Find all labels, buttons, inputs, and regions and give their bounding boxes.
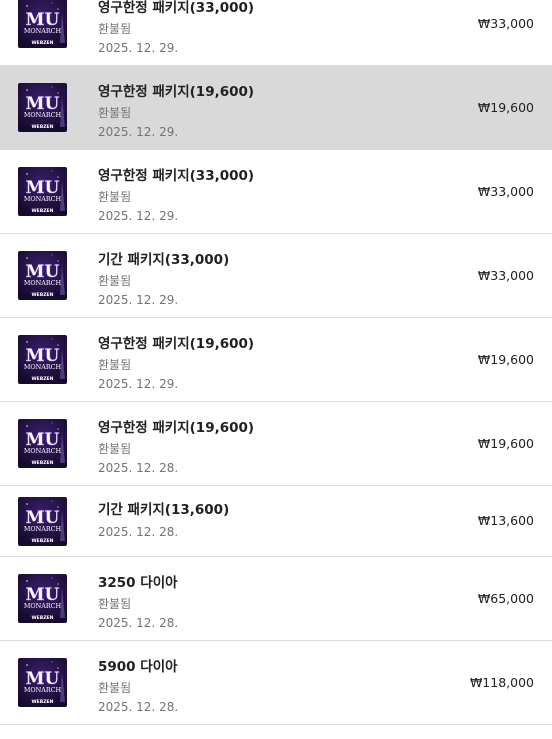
svg-text:MONARCH: MONARCH xyxy=(24,447,62,455)
refund-status: 환불됨 xyxy=(98,597,132,611)
refund-status: 환불됨 xyxy=(98,681,132,695)
purchase-price: ₩19,600 xyxy=(477,436,534,451)
svg-text:WEBZEN: WEBZEN xyxy=(31,292,53,298)
purchase-row[interactable]: MU MONARCH WEBZEN 영구한정 패키지(33,000) 환불됨 2025. … xyxy=(0,0,552,66)
purchase-date: 2025. 12. 29. xyxy=(98,377,179,391)
purchase-date: 2025. 12. 28. xyxy=(98,525,179,539)
purchase-row[interactable]: MU MONARCH WEBZEN 영구한정 패키지(33,000) 환불됨 2025. … xyxy=(0,150,552,234)
purchase-row[interactable]: MU MONARCH WEBZEN 기간 패키지(13,600) 2025. 12. 2… xyxy=(0,486,552,557)
purchase-title: 기간 패키지(33,000) xyxy=(98,252,230,268)
refund-status: 환불됨 xyxy=(98,358,132,372)
svg-text:MONARCH: MONARCH xyxy=(24,525,62,533)
purchase-price: ₩19,600 xyxy=(477,352,534,367)
purchase-title: 3250 다이아 xyxy=(98,575,178,591)
svg-text:MONARCH: MONARCH xyxy=(24,27,62,35)
purchase-title: 영구한정 패키지(19,600) xyxy=(98,84,255,100)
svg-text:WEBZEN: WEBZEN xyxy=(31,699,53,705)
purchase-date: 2025. 12. 28. xyxy=(98,700,179,714)
purchase-price: ₩33,000 xyxy=(477,268,534,283)
svg-text:WEBZEN: WEBZEN xyxy=(31,124,53,130)
mu-monarch-app-icon: MU MONARCH WEBZEN xyxy=(18,167,67,216)
purchase-history-list: MU MONARCH WEBZEN 영구한정 패키지(33,000) 환불됨 2025. … xyxy=(0,0,552,725)
purchase-date: 2025. 12. 29. xyxy=(98,125,179,139)
purchase-price: ₩33,000 xyxy=(477,184,534,199)
purchase-date: 2025. 12. 29. xyxy=(98,209,179,223)
mu-monarch-app-icon: MU MONARCH WEBZEN xyxy=(18,574,67,623)
purchase-price: ₩33,000 xyxy=(477,16,534,31)
purchase-title: 영구한정 패키지(33,000) xyxy=(98,168,255,184)
svg-text:MONARCH: MONARCH xyxy=(24,602,62,610)
svg-text:WEBZEN: WEBZEN xyxy=(31,376,53,382)
svg-text:MONARCH: MONARCH xyxy=(24,195,62,203)
svg-text:WEBZEN: WEBZEN xyxy=(31,615,53,621)
purchase-date: 2025. 12. 28. xyxy=(98,461,179,475)
purchase-date: 2025. 12. 28. xyxy=(98,616,179,630)
purchase-date: 2025. 12. 29. xyxy=(98,41,179,55)
refund-status: 환불됨 xyxy=(98,442,132,456)
svg-text:MONARCH: MONARCH xyxy=(24,279,62,287)
refund-status: 환불됨 xyxy=(98,106,132,120)
purchase-price: ₩13,600 xyxy=(477,513,534,528)
mu-monarch-app-icon: MU MONARCH WEBZEN xyxy=(18,335,67,384)
svg-text:WEBZEN: WEBZEN xyxy=(31,460,53,466)
purchase-row[interactable]: MU MONARCH WEBZEN 영구한정 패키지(19,600) 환불됨 2025. … xyxy=(0,318,552,402)
svg-text:MONARCH: MONARCH xyxy=(24,686,62,694)
purchase-row[interactable]: MU MONARCH WEBZEN 기간 패키지(33,000) 환불됨 2025. 12… xyxy=(0,234,552,318)
purchase-row[interactable]: MU MONARCH WEBZEN 영구한정 패키지(19,600) 환불됨 2025. … xyxy=(0,402,552,486)
svg-text:WEBZEN: WEBZEN xyxy=(31,208,53,214)
purchase-title: 영구한정 패키지(19,600) xyxy=(98,420,255,436)
purchase-row[interactable]: MU MONARCH WEBZEN 3250 다이아 환불됨 2025. 12. 28. ₩… xyxy=(0,557,552,641)
svg-text:MONARCH: MONARCH xyxy=(24,363,62,371)
purchase-title: 5900 다이아 xyxy=(98,659,178,675)
svg-text:WEBZEN: WEBZEN xyxy=(31,538,53,544)
mu-monarch-app-icon: MU MONARCH WEBZEN xyxy=(18,658,67,707)
svg-text:MONARCH: MONARCH xyxy=(24,111,62,119)
purchase-row[interactable]: MU MONARCH WEBZEN 5900 다이아 환불됨 2025. 12. 28. ₩… xyxy=(0,641,552,725)
purchase-date: 2025. 12. 29. xyxy=(98,293,179,307)
purchase-title: 영구한정 패키지(19,600) xyxy=(98,336,255,352)
mu-monarch-app-icon: MU MONARCH WEBZEN xyxy=(18,419,67,468)
purchase-price: ₩118,000 xyxy=(469,675,534,690)
purchase-price: ₩19,600 xyxy=(477,100,534,115)
refund-status: 환불됨 xyxy=(98,22,132,36)
refund-status: 환불됨 xyxy=(98,190,132,204)
refund-status: 환불됨 xyxy=(98,274,132,288)
purchase-row[interactable]: MU MONARCH WEBZEN 영구한정 패키지(19,600) 환불됨 2025. … xyxy=(0,66,552,150)
mu-monarch-app-icon: MU MONARCH WEBZEN xyxy=(18,83,67,132)
purchase-title: 영구한정 패키지(33,000) xyxy=(98,0,255,16)
svg-text:WEBZEN: WEBZEN xyxy=(31,40,53,46)
mu-monarch-app-icon: MU MONARCH WEBZEN xyxy=(18,251,67,300)
mu-monarch-app-icon: MU MONARCH WEBZEN xyxy=(18,0,67,48)
purchase-price: ₩65,000 xyxy=(477,591,534,606)
mu-monarch-app-icon: MU MONARCH WEBZEN xyxy=(18,497,67,546)
purchase-title: 기간 패키지(13,600) xyxy=(98,502,230,518)
